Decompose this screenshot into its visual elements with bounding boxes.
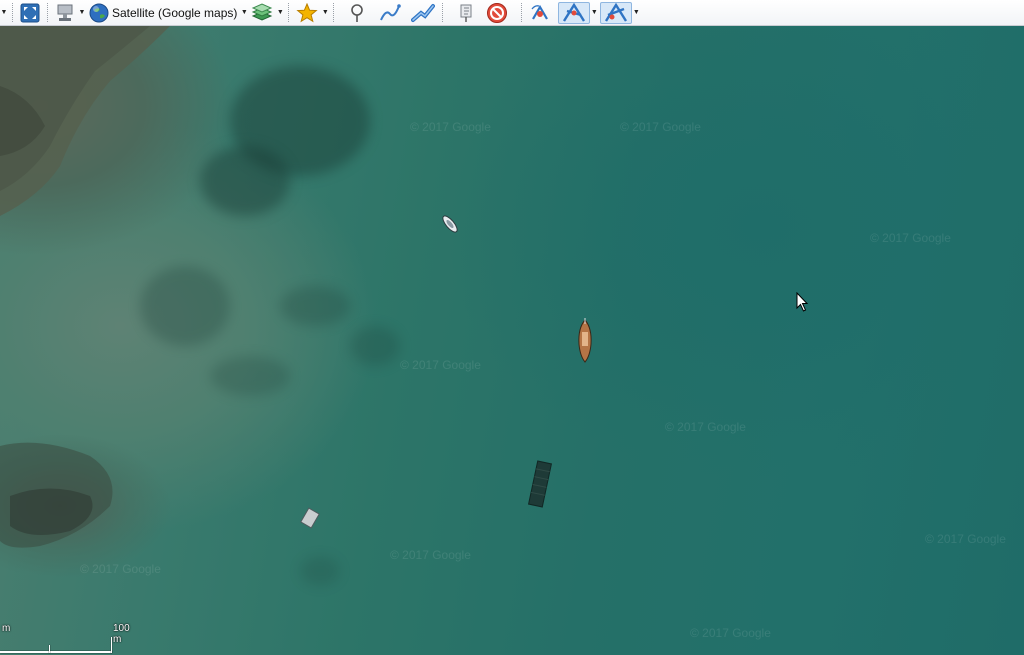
scale-bar-tick xyxy=(111,637,112,653)
track-button[interactable] xyxy=(408,2,438,24)
tile-server-icon xyxy=(55,3,75,23)
route-icon xyxy=(379,3,402,23)
gps-center-icon xyxy=(561,2,587,23)
gps-track-chevron-down-icon[interactable]: ▼ xyxy=(632,2,640,24)
route-button[interactable] xyxy=(376,2,404,24)
map-type-label: Satellite (Google maps) xyxy=(112,5,238,20)
toolbar-separator xyxy=(333,2,335,23)
map-watermark: © 2017 Google xyxy=(870,231,951,245)
gps-center-chevron-down-icon[interactable]: ▼ xyxy=(590,2,598,24)
tile-server-button[interactable] xyxy=(52,2,78,24)
toolbar-separator xyxy=(521,2,523,23)
tip-marker-icon xyxy=(456,3,476,23)
map-toolbar: ▼ ▼ Satellite (Google maps) ▼ ▼ ▼ ▼ ▼ xyxy=(0,0,1024,26)
gps-button[interactable] xyxy=(526,2,554,24)
track-icon xyxy=(411,3,436,23)
map-watermark: © 2017 Google xyxy=(410,120,491,134)
mouse-cursor-icon xyxy=(796,292,809,312)
map-type-chevron-down-icon[interactable]: ▼ xyxy=(240,2,248,24)
map-watermark: © 2017 Google xyxy=(690,626,771,640)
layers-chevron-down-icon[interactable]: ▼ xyxy=(276,2,284,24)
toolbar-separator xyxy=(12,2,13,23)
gps-icon xyxy=(529,3,551,23)
underwater-shoal xyxy=(140,266,230,346)
toolbar-separator xyxy=(47,2,48,23)
layers-icon xyxy=(251,2,273,23)
boat-white xyxy=(442,215,458,233)
map-watermark: © 2017 Google xyxy=(665,420,746,434)
fullscreen-button[interactable] xyxy=(17,2,43,24)
map-watermark: © 2017 Google xyxy=(925,532,1006,546)
stop-icon xyxy=(486,2,508,24)
scale-bar-line xyxy=(0,651,112,653)
scale-bar: m 100 m xyxy=(0,621,130,655)
layers-button[interactable] xyxy=(248,2,276,24)
map-application: ▼ ▼ Satellite (Google maps) ▼ ▼ ▼ ▼ ▼ © … xyxy=(0,0,1024,655)
globe-icon xyxy=(89,3,109,23)
waypoint-icon xyxy=(347,3,367,23)
underwater-shoal xyxy=(350,326,400,366)
map-watermark: © 2017 Google xyxy=(390,548,471,562)
underwater-shoal xyxy=(280,286,350,326)
satellite-map-view[interactable]: © 2017 Google © 2017 Google © 2017 Googl… xyxy=(0,26,1024,655)
underwater-shoal xyxy=(200,146,290,216)
favorites-chevron-down-icon[interactable]: ▼ xyxy=(321,2,329,24)
toolbar-separator xyxy=(288,2,290,23)
scale-left-label: m xyxy=(2,623,11,634)
boat-wooden xyxy=(578,318,592,363)
floating-platform xyxy=(527,460,553,508)
map-watermark: © 2017 Google xyxy=(620,120,701,134)
fullscreen-icon xyxy=(20,3,40,23)
gps-track-icon xyxy=(603,2,629,23)
gps-track-button[interactable] xyxy=(600,1,633,24)
map-type-dropdown[interactable]: Satellite (Google maps) xyxy=(86,2,240,24)
scale-right-label: 100 m xyxy=(113,623,130,645)
stop-button[interactable] xyxy=(483,2,511,24)
gps-center-button[interactable] xyxy=(558,1,591,24)
tile-server-chevron-down-icon[interactable]: ▼ xyxy=(78,2,86,24)
favorites-star-icon xyxy=(296,2,319,23)
underwater-shoal xyxy=(300,556,340,586)
toolbar-separator xyxy=(442,2,444,23)
waypoint-button[interactable] xyxy=(344,2,370,24)
favorites-button[interactable] xyxy=(293,2,321,24)
underwater-shoal xyxy=(210,356,290,396)
overflow-chevron-down-icon[interactable]: ▼ xyxy=(0,2,8,24)
tip-marker-button[interactable] xyxy=(453,2,479,24)
map-watermark: © 2017 Google xyxy=(400,358,481,372)
scale-bar-tick xyxy=(49,645,50,653)
map-watermark: © 2017 Google xyxy=(80,562,161,576)
small-raft xyxy=(300,507,320,529)
